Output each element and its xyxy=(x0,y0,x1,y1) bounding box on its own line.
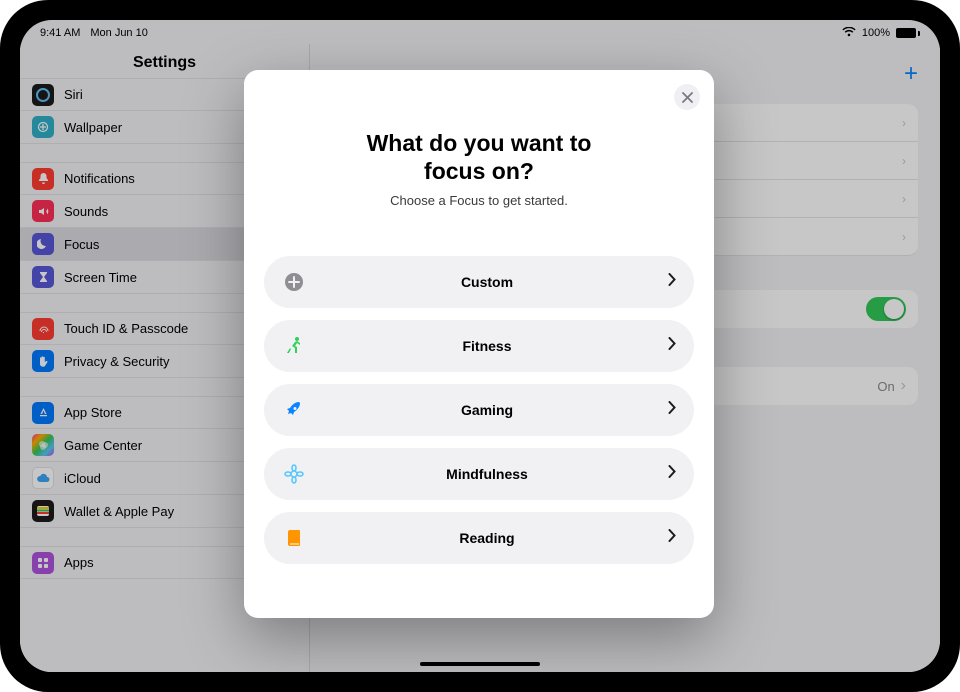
chevron-right-icon xyxy=(668,337,676,355)
wifi-icon xyxy=(842,27,856,40)
focus-option-label: Reading xyxy=(306,530,668,546)
modal-subtitle: Choose a Focus to get started. xyxy=(264,193,694,208)
modal-title-line1: What do you want to xyxy=(367,130,592,156)
chevron-right-icon xyxy=(668,529,676,547)
chevron-right-icon xyxy=(668,465,676,483)
chevron-right-icon xyxy=(668,273,676,291)
focus-option-label: Custom xyxy=(306,274,668,290)
close-button[interactable] xyxy=(674,84,700,110)
close-icon xyxy=(682,92,693,103)
focus-option-label: Gaming xyxy=(306,402,668,418)
focus-chooser-modal: What do you want to focus on? Choose a F… xyxy=(244,70,714,618)
chevron-right-icon xyxy=(668,401,676,419)
modal-title-line2: focus on? xyxy=(424,158,534,184)
focus-option-mindfulness[interactable]: Mindfulness xyxy=(264,448,694,500)
focus-option-reading[interactable]: Reading xyxy=(264,512,694,564)
focus-option-label: Fitness xyxy=(306,338,668,354)
status-date: Mon Jun 10 xyxy=(90,27,147,39)
status-bar: 9:41 AM Mon Jun 10 100% xyxy=(20,20,940,42)
battery-icon xyxy=(896,28,920,38)
focus-option-fitness[interactable]: Fitness xyxy=(264,320,694,372)
ipad-frame: 9:41 AM Mon Jun 10 100% Settings xyxy=(0,0,960,692)
lotus-icon xyxy=(282,464,306,484)
focus-option-label: Mindfulness xyxy=(306,466,668,482)
focus-option-gaming[interactable]: Gaming xyxy=(264,384,694,436)
modal-title: What do you want to focus on? xyxy=(264,130,694,185)
status-time: 9:41 AM xyxy=(40,27,80,39)
screen: 9:41 AM Mon Jun 10 100% Settings xyxy=(20,20,940,672)
focus-option-custom[interactable]: Custom xyxy=(264,256,694,308)
rocket-icon xyxy=(282,401,306,419)
book-icon xyxy=(282,529,306,547)
running-icon xyxy=(282,336,306,356)
home-indicator[interactable] xyxy=(420,662,540,666)
plus-circle-icon xyxy=(282,272,306,292)
battery-percent: 100% xyxy=(862,27,890,39)
